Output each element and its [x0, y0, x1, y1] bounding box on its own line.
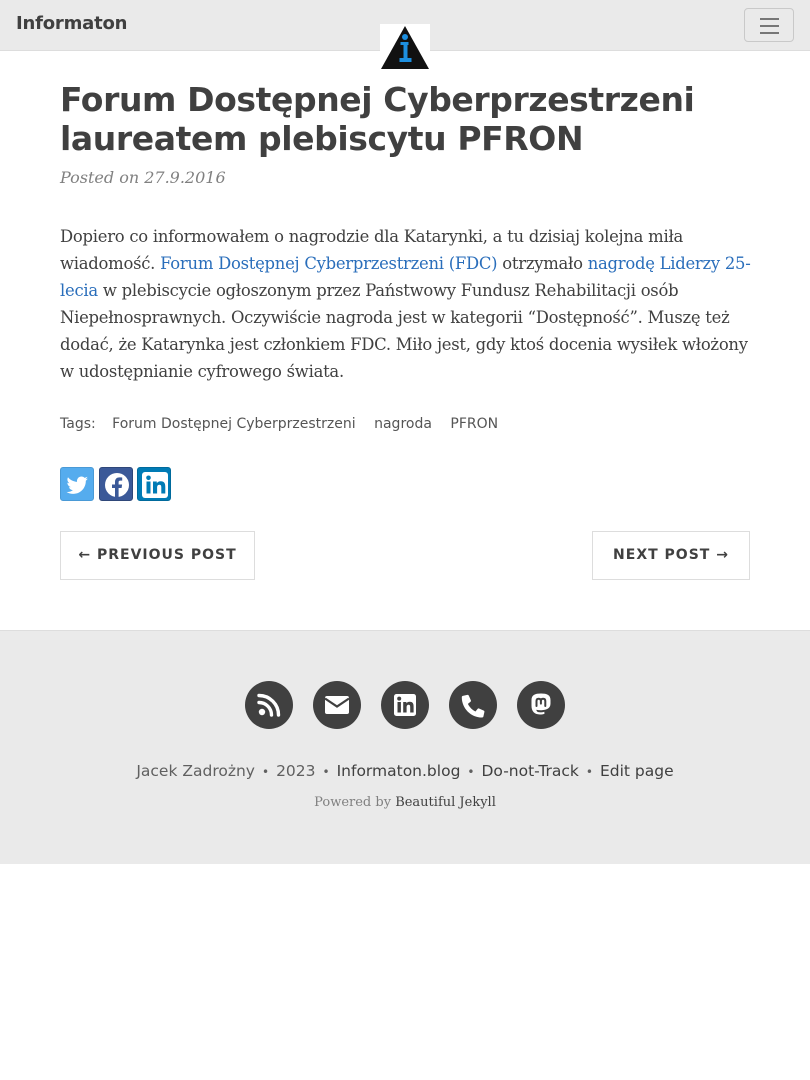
mastodon-link[interactable] [517, 681, 565, 729]
theme-link[interactable]: Beautiful Jekyll [395, 795, 496, 810]
post-title: Forum Dostępnej Cyberprzestrzeni laureat… [60, 80, 695, 158]
linkedin-icon [142, 472, 168, 498]
twitter-icon [66, 476, 88, 494]
footer-credits: Jacek Zadrożny • 2023 • Informaton.blog • Do-n… [0, 762, 810, 780]
footer-dnt-link[interactable]: Do-not-Track [481, 762, 578, 780]
tags-label: Tags: [60, 416, 96, 432]
share-facebook-button[interactable] [99, 467, 133, 501]
phone-icon [461, 694, 485, 718]
powered-by-label: Powered by [314, 795, 392, 810]
info-triangle-logo[interactable] [380, 24, 430, 70]
hamburger-icon [760, 18, 779, 20]
post-meta: Posted on 27.9.2016 [60, 168, 226, 187]
next-post-button[interactable]: NEXT POST → [592, 531, 750, 580]
tag-link[interactable]: nagroda [374, 416, 432, 432]
body-text: w plebiscycie ogłoszonym przez Państwowy… [60, 281, 748, 381]
linkedin-link[interactable] [381, 681, 429, 729]
rss-link[interactable] [245, 681, 293, 729]
powered-by: Powered by Beautiful Jekyll [0, 795, 810, 810]
share-twitter-button[interactable] [60, 467, 94, 501]
footer: Jacek Zadrożny • 2023 • Informaton.blog • Do-n… [0, 630, 810, 864]
phone-link[interactable] [449, 681, 497, 729]
footer-year: 2023 [276, 762, 316, 780]
post-body: Dopiero co informowałem o nagrodzie dla … [60, 223, 755, 385]
footer-author: Jacek Zadrożny [136, 762, 255, 780]
share-linkedin-button[interactable] [137, 467, 171, 501]
footer-separator: • [261, 765, 270, 779]
linkedin-icon [394, 694, 416, 716]
email-link[interactable] [313, 681, 361, 729]
mastodon-icon [531, 693, 551, 715]
footer-edit-link[interactable]: Edit page [600, 762, 674, 780]
previous-post-button[interactable]: ← PREVIOUS POST [60, 531, 255, 580]
body-text: otrzymało [497, 254, 588, 273]
fdc-link[interactable]: Forum Dostępnej Cyberprzestrzeni (FDC) [160, 254, 498, 273]
footer-separator: • [322, 765, 330, 779]
footer-site-link[interactable]: Informaton.blog [337, 762, 461, 780]
facebook-icon [105, 473, 129, 497]
envelope-icon [324, 696, 350, 714]
post-tags: Tags: Forum Dostępnej Cyberprzestrzeni n… [60, 416, 498, 432]
navbar-toggle-button[interactable] [744, 8, 794, 42]
tag-link[interactable]: PFRON [450, 416, 498, 432]
navbar: Informaton [0, 0, 810, 70]
brand-link[interactable]: Informaton [16, 13, 127, 34]
tag-link[interactable]: Forum Dostępnej Cyberprzestrzeni [112, 416, 355, 432]
rss-icon [257, 693, 281, 717]
footer-separator: • [585, 765, 593, 779]
footer-separator: • [467, 765, 475, 779]
